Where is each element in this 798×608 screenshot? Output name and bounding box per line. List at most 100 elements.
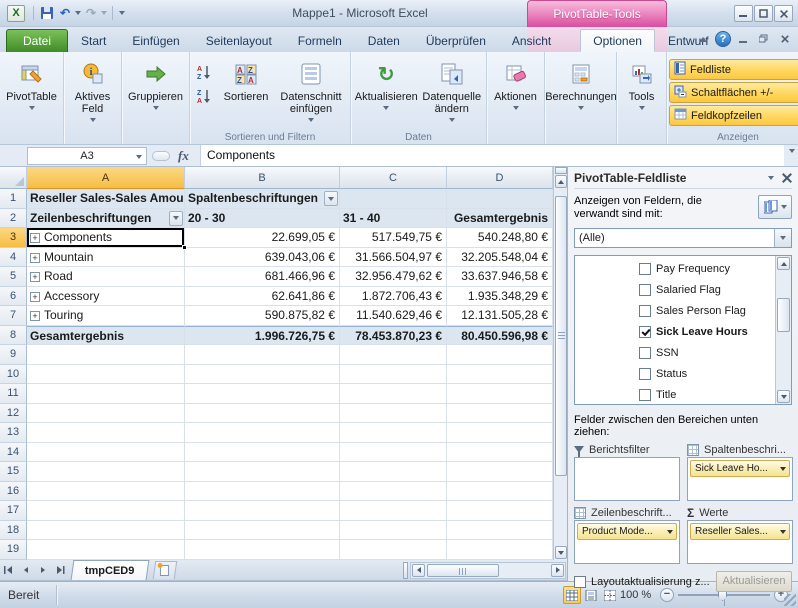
tab-seitenlayout[interactable]: Seitenlayout bbox=[193, 30, 285, 52]
cell-C7[interactable]: 11.540.629,46 € bbox=[340, 306, 447, 326]
vertical-scroll-thumb[interactable] bbox=[555, 196, 567, 476]
tab-datei[interactable]: Datei bbox=[6, 29, 68, 52]
cell-A1[interactable]: Reseller Sales-Sales Amount bbox=[27, 189, 185, 209]
scroll-right-arrow[interactable] bbox=[551, 564, 564, 577]
field-checkbox[interactable] bbox=[639, 305, 651, 317]
field-checkbox[interactable] bbox=[639, 368, 651, 380]
column-header-C[interactable]: C bbox=[340, 167, 447, 189]
report-filter-area[interactable] bbox=[574, 457, 680, 501]
vertical-scrollbar[interactable] bbox=[553, 167, 567, 560]
cell-A11[interactable] bbox=[27, 384, 185, 404]
gruppieren-button[interactable]: Gruppieren bbox=[124, 55, 187, 127]
row-header-18[interactable]: 18 bbox=[0, 521, 27, 541]
cell-A4[interactable]: +Mountain bbox=[27, 248, 185, 268]
row-header-13[interactable]: 13 bbox=[0, 423, 27, 443]
first-sheet-button[interactable] bbox=[1, 562, 17, 578]
datenquelle-button[interactable]: Datenquelle ändern bbox=[419, 55, 484, 127]
cell-A18[interactable] bbox=[27, 521, 185, 541]
cell-D13[interactable] bbox=[447, 423, 553, 443]
cell-C9[interactable] bbox=[340, 345, 447, 365]
select-all-corner[interactable] bbox=[0, 167, 27, 189]
cell-B14[interactable] bbox=[185, 443, 340, 463]
cell-C1[interactable] bbox=[340, 189, 447, 209]
cell-A19[interactable] bbox=[27, 540, 185, 560]
cell-D17[interactable] bbox=[447, 501, 553, 521]
row-header-14[interactable]: 14 bbox=[0, 443, 27, 463]
tab-start[interactable]: Start bbox=[68, 30, 119, 52]
cell-D4[interactable]: 32.205.548,04 € bbox=[447, 248, 553, 268]
cell-A3[interactable]: +Components bbox=[27, 228, 185, 248]
row-header-10[interactable]: 10 bbox=[0, 365, 27, 385]
column-labels-area[interactable]: Sick Leave Ho... bbox=[687, 457, 793, 501]
field-chip-reseller-sales[interactable]: Reseller Sales... bbox=[690, 523, 790, 540]
feldkopfzeilen-toggle[interactable]: Feldkopfzeilen bbox=[669, 105, 798, 126]
cell-B9[interactable] bbox=[185, 345, 340, 365]
cell-A5[interactable]: +Road bbox=[27, 267, 185, 287]
aktualisieren-button[interactable]: ↻ Aktualisieren bbox=[353, 55, 419, 127]
sort-descending-button[interactable]: ZA bbox=[192, 85, 216, 107]
berechnungen-button[interactable]: Berechnungen bbox=[547, 55, 615, 127]
row-header-17[interactable]: 17 bbox=[0, 501, 27, 521]
cell-B16[interactable] bbox=[185, 482, 340, 502]
excel-app-icon[interactable]: X bbox=[7, 5, 25, 22]
column-header-B[interactable]: B bbox=[185, 167, 340, 189]
row-header-15[interactable]: 15 bbox=[0, 462, 27, 482]
row-header-3[interactable]: 3 bbox=[0, 228, 27, 248]
cell-C2[interactable]: 31 - 40 bbox=[340, 209, 447, 229]
row-header-8[interactable]: 8 bbox=[0, 326, 27, 346]
cell-D15[interactable] bbox=[447, 462, 553, 482]
cell-A17[interactable] bbox=[27, 501, 185, 521]
row-header-11[interactable]: 11 bbox=[0, 384, 27, 404]
tab-ueberpruefen[interactable]: Überprüfen bbox=[413, 30, 499, 52]
expand-icon[interactable]: + bbox=[30, 253, 40, 263]
cell-A15[interactable] bbox=[27, 462, 185, 482]
cell-A16[interactable] bbox=[27, 482, 185, 502]
cell-C13[interactable] bbox=[340, 423, 447, 443]
row-header-16[interactable]: 16 bbox=[0, 482, 27, 502]
previous-sheet-button[interactable] bbox=[18, 562, 34, 578]
collapse-ribbon-button[interactable] bbox=[694, 31, 712, 47]
cell-A13[interactable] bbox=[27, 423, 185, 443]
field-chip-sick-leave-hours[interactable]: Sick Leave Ho... bbox=[690, 460, 790, 477]
field-item[interactable]: Salaried Flag bbox=[639, 282, 721, 298]
cell-C12[interactable] bbox=[340, 404, 447, 424]
cell-A2[interactable]: Zeilenbeschriftungen bbox=[27, 209, 185, 229]
datenschnitt-button[interactable]: Datenschnitt einfügen bbox=[274, 55, 348, 127]
undo-dropdown[interactable] bbox=[73, 4, 83, 22]
pane-options-dropdown[interactable] bbox=[768, 176, 774, 180]
field-item[interactable]: Title bbox=[639, 387, 676, 403]
cell-D16[interactable] bbox=[447, 482, 553, 502]
field-checkbox[interactable] bbox=[639, 347, 651, 359]
last-sheet-button[interactable] bbox=[52, 562, 68, 578]
cell-C17[interactable] bbox=[340, 501, 447, 521]
insert-worksheet-button[interactable] bbox=[152, 561, 177, 579]
column-header-A[interactable]: A bbox=[27, 167, 185, 189]
minimize-button[interactable] bbox=[734, 5, 753, 22]
expand-icon[interactable]: + bbox=[30, 233, 40, 243]
cell-C10[interactable] bbox=[340, 365, 447, 385]
cell-C8[interactable]: 78.453.870,23 € bbox=[340, 326, 447, 346]
combobox-dropdown[interactable] bbox=[774, 229, 791, 247]
filter-dropdown-icon[interactable] bbox=[324, 191, 338, 206]
field-item[interactable]: Sales Person Flag bbox=[639, 303, 746, 319]
tab-einfuegen[interactable]: Einfügen bbox=[119, 30, 192, 52]
schaltflaechen-toggle[interactable]: Schaltflächen +/- bbox=[669, 82, 798, 103]
cell-D12[interactable] bbox=[447, 404, 553, 424]
cell-A12[interactable] bbox=[27, 404, 185, 424]
cell-D2[interactable]: Gesamtergebnis bbox=[447, 209, 553, 229]
cell-D3[interactable]: 540.248,80 € bbox=[447, 228, 553, 248]
update-button-disabled[interactable]: Aktualisieren bbox=[716, 571, 792, 592]
cell-D5[interactable]: 33.637.946,58 € bbox=[447, 267, 553, 287]
field-item[interactable]: SSN bbox=[639, 345, 679, 361]
cell-D18[interactable] bbox=[447, 521, 553, 541]
vertical-split-handle[interactable] bbox=[555, 167, 567, 174]
cell-C15[interactable] bbox=[340, 462, 447, 482]
cell-D8[interactable]: 80.450.596,98 € bbox=[447, 326, 553, 346]
pivottable-button[interactable]: PivotTable bbox=[2, 55, 61, 127]
horizontal-scrollbar[interactable] bbox=[410, 562, 566, 579]
fx-icon[interactable]: fx bbox=[178, 148, 189, 164]
pane-close-icon[interactable] bbox=[782, 173, 792, 183]
values-area[interactable]: Reseller Sales... bbox=[687, 520, 793, 564]
sort-ascending-button[interactable]: AZ bbox=[192, 61, 216, 83]
namebox-splitter[interactable] bbox=[152, 151, 170, 161]
